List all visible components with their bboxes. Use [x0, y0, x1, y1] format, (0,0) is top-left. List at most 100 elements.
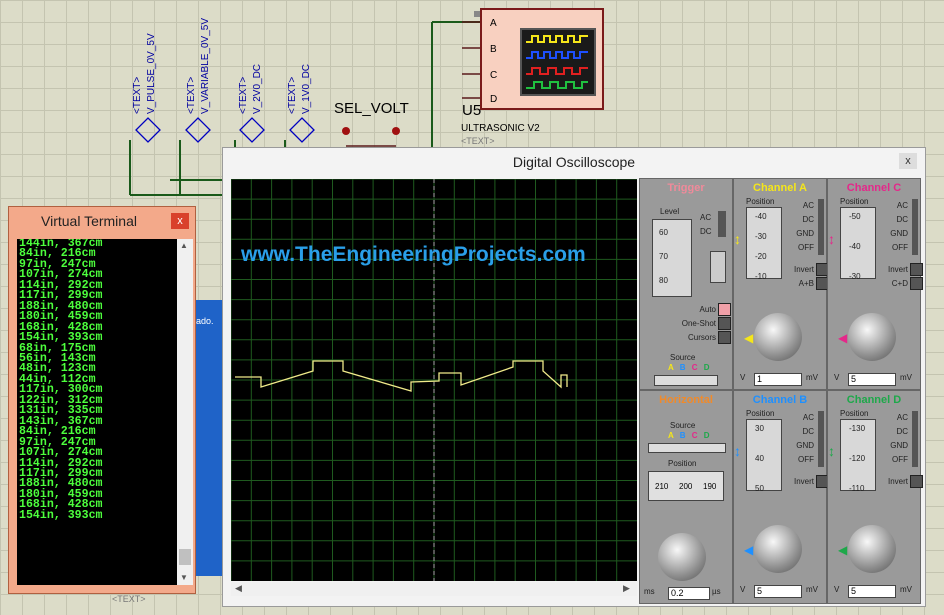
horizontal-source-b[interactable]: B	[680, 431, 686, 440]
horizontal-source-slider[interactable]	[648, 443, 726, 453]
channel-d-volts-value[interactable]: 5	[848, 585, 896, 598]
trigger-auto-label: Auto	[699, 305, 716, 314]
ultrasonic-ref[interactable]: U5	[462, 102, 481, 119]
trigger-source-slider[interactable]	[654, 375, 718, 386]
horizontal-position-label: Position	[668, 459, 697, 468]
virtual-terminal-window[interactable]: Virtual Terminal x 144in, 367cm 84in, 216…	[8, 206, 196, 594]
scroll-thumb[interactable]	[179, 549, 191, 565]
channel-b-volts-value[interactable]: 5	[754, 585, 802, 598]
scroll-down-icon[interactable]: ▼	[180, 573, 188, 582]
terminal-scrollbar[interactable]: ▲ ▼	[177, 239, 193, 585]
channel-b-left-unit: V	[740, 585, 746, 594]
channel-d-position-tick: -110	[849, 484, 865, 493]
channel-c-extra-button[interactable]	[910, 263, 923, 276]
scroll-right-icon[interactable]: ▶	[623, 583, 630, 594]
terminal-line: 154in, 393cm	[19, 508, 103, 522]
channel-b-coupling-label: OFF	[798, 455, 814, 464]
channel-a-right-unit: mV	[806, 373, 818, 382]
channel-d-volts-knob[interactable]	[848, 525, 896, 573]
channel-a-extra-label: Invert	[793, 265, 814, 274]
background-window-text: ado.	[196, 316, 214, 326]
scope-hscrollbar[interactable]: ◀ ▶	[231, 582, 637, 596]
horizontal-source-a[interactable]: A	[668, 431, 673, 440]
trigger-ac-label: AC	[700, 213, 712, 222]
channel-d-knob-arrow-icon: ◀	[838, 543, 848, 557]
channel-c-position-tick: -40	[849, 242, 861, 251]
channel-d-coupling-label: DC	[896, 427, 908, 436]
terminal-label-2[interactable]: V_VARIABLE_0V_5V	[200, 18, 211, 114]
channel-c-position-tick: -50	[849, 212, 861, 221]
terminal-label-1[interactable]: V_PULSE_0V_5V	[146, 33, 157, 114]
channel-c-volts-value[interactable]: 5	[848, 373, 896, 386]
channel-d-coupling-label: AC	[896, 413, 908, 422]
channel-d-coupling-label: GND	[890, 441, 908, 450]
channel-c-volts-knob[interactable]	[848, 313, 896, 361]
channel-c-left-unit: V	[834, 373, 840, 382]
trigger-source-c[interactable]: C	[692, 363, 698, 372]
horizontal-timebase-knob[interactable]	[658, 533, 706, 581]
channel-b-coupling-label: AC	[802, 413, 814, 422]
terminal-label-3[interactable]: V_2V0_DC	[252, 64, 263, 114]
trigger-level-tick: 70	[659, 252, 668, 261]
channel-a-volts-knob[interactable]	[754, 313, 802, 361]
channel-c-coupling-label: DC	[896, 215, 908, 224]
channel-b-volts-knob[interactable]	[754, 525, 802, 573]
channel-d-right-unit: mV	[900, 585, 912, 594]
channel-a-volts-value[interactable]: 1	[754, 373, 802, 386]
scope-screen: www.TheEngineeringProjects.com	[231, 179, 637, 581]
trigger-auto-button[interactable]	[718, 303, 731, 316]
horizontal-right-unit: µs	[712, 587, 721, 596]
channel-a-coupling-switch[interactable]	[818, 199, 824, 255]
channel-c-extra-button[interactable]	[910, 277, 923, 290]
channel-a-position-label: Position	[746, 197, 775, 206]
channel-d-extra-button[interactable]	[910, 475, 923, 488]
terminal-tag-4: <TEXT>	[287, 76, 298, 114]
scroll-up-icon[interactable]: ▲	[180, 241, 188, 250]
trigger-coupling-switch[interactable]	[718, 211, 726, 237]
bottom-text-tag: <TEXT>	[112, 594, 146, 604]
watermark-text: www.TheEngineeringProjects.com	[241, 243, 586, 266]
virtual-terminal-close-icon[interactable]: x	[171, 213, 189, 229]
horizontal-source-d[interactable]: D	[704, 431, 710, 440]
channel-c-position-tick: -30	[849, 272, 861, 281]
oscilloscope-close-icon[interactable]: x	[899, 153, 917, 169]
channel-b-right-unit: mV	[806, 585, 818, 594]
channel-c-coupling-switch[interactable]	[912, 199, 918, 255]
horizontal-left-unit: ms	[644, 587, 655, 596]
channel-a-coupling-label: DC	[802, 215, 814, 224]
trigger-source-label: Source	[670, 353, 696, 362]
trigger-level-slider[interactable]: 60 70 80	[652, 219, 692, 297]
trigger-source-d[interactable]: D	[704, 363, 710, 372]
sel-volt-label[interactable]: SEL_VOLT	[334, 100, 409, 117]
trigger-edge-switch[interactable]	[710, 251, 726, 283]
ultrasonic-module[interactable]: A B C D	[480, 8, 604, 110]
channel-a-title: Channel A	[753, 182, 807, 194]
channel-d-coupling-label: OFF	[892, 455, 908, 464]
channel-a-knob-arrow-icon: ◀	[744, 331, 754, 345]
channel-d-coupling-switch[interactable]	[912, 411, 918, 467]
oscilloscope-window[interactable]: Digital Oscilloscope x www.TheEngineerin…	[222, 147, 926, 607]
horizontal-position-wheel[interactable]: 210 200 190	[648, 471, 724, 501]
terminal-label-4[interactable]: V_1V0_DC	[301, 64, 312, 114]
trigger-source-b[interactable]: B	[680, 363, 686, 372]
ultrasonic-name: ULTRASONIC V2	[461, 123, 540, 134]
channel-b-coupling-label: DC	[802, 427, 814, 436]
horizontal-timebase-value[interactable]: 0.2	[668, 587, 710, 600]
trigger-oneshot-label: One-Shot	[681, 319, 716, 328]
trigger-oneshot-button[interactable]	[718, 317, 731, 330]
trigger-cursors-button[interactable]	[718, 331, 731, 344]
terminal-tag-1: <TEXT>	[132, 76, 143, 114]
trigger-level-tick: 80	[659, 276, 668, 285]
scope-waveform-icon	[520, 28, 596, 96]
trigger-source-a[interactable]: A	[668, 363, 673, 372]
channel-a-position-tick: -40	[755, 212, 767, 221]
scroll-left-icon[interactable]: ◀	[235, 583, 242, 594]
channel-c-extra-label: Invert	[887, 265, 908, 274]
channel-d-position-tick: -120	[849, 454, 866, 463]
pin-b-label: B	[490, 44, 497, 55]
channel-d-extra-label: Invert	[887, 477, 908, 486]
horizontal-source-c[interactable]: C	[692, 431, 698, 440]
channel-d-left-unit: V	[834, 585, 840, 594]
channel-a-coupling-label: GND	[796, 229, 814, 238]
channel-b-coupling-switch[interactable]	[818, 411, 824, 467]
